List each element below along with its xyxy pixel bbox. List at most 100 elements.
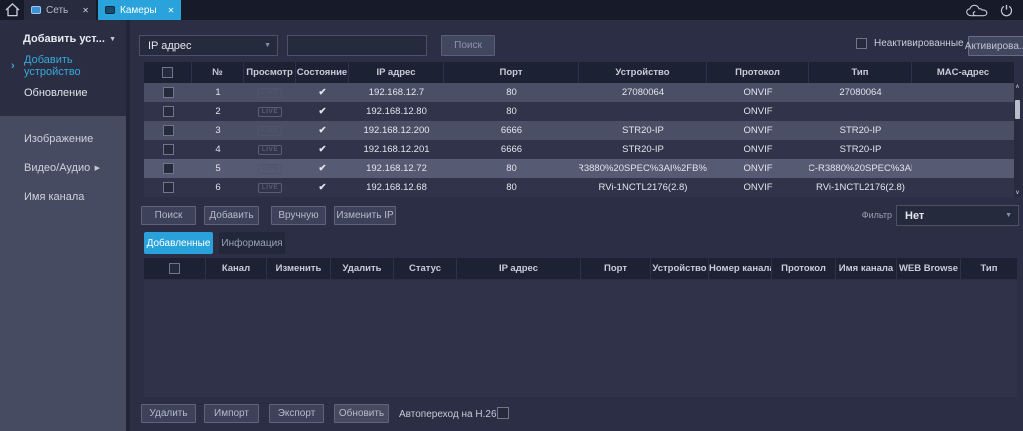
live-preview-badge[interactable]: LIVE <box>258 145 282 155</box>
search-input[interactable] <box>287 35 427 56</box>
row-number: 3 <box>192 121 244 140</box>
close-icon[interactable]: ✕ <box>162 6 175 15</box>
cloud-icon[interactable] <box>964 3 990 18</box>
col-ip: IP адрес <box>349 62 444 83</box>
power-icon[interactable] <box>1000 4 1013 17</box>
mac-cell <box>912 159 1014 178</box>
scrollbar-thumb[interactable] <box>1015 100 1020 119</box>
select-all-checkbox[interactable] <box>169 263 180 274</box>
added-table-header: Канал Изменить Удалить Статус IP адрес П… <box>144 258 1017 279</box>
live-preview-badge[interactable]: LIVE <box>258 126 282 136</box>
discovered-table-header: № Просмотр Состояние IP адрес Порт Устро… <box>144 62 1014 83</box>
col-web-browse: WEB Browse <box>897 258 961 279</box>
tab-cameras[interactable]: Камеры ✕ <box>98 0 181 20</box>
h265-auto-checkbox[interactable] <box>497 407 509 419</box>
preview-cell: LIVE <box>244 102 296 121</box>
inactive-filter: Неактивированные <box>856 38 964 49</box>
ip-cell: 192.168.12.72 <box>349 159 444 178</box>
scroll-up-icon[interactable]: ∧ <box>1015 83 1019 91</box>
search-button[interactable]: Поиск <box>441 35 495 56</box>
add-button[interactable]: Добавить <box>204 206 259 225</box>
col-port: Порт <box>581 258 651 279</box>
sidebar-item-channel-name[interactable]: Имя канала <box>0 182 126 211</box>
protocol-cell: ONVIF <box>707 178 809 197</box>
activate-button[interactable]: Активирова... <box>968 36 1023 56</box>
search-field-select-value: IP адрес <box>148 40 192 52</box>
select-all-checkbox[interactable] <box>162 67 173 78</box>
delete-button[interactable]: Удалить <box>141 404 196 423</box>
sidebar-item-image[interactable]: Изображение <box>0 124 126 153</box>
ip-cell: 192.168.12.80 <box>349 102 444 121</box>
col-channel: Канал <box>206 258 267 279</box>
search-devices-button[interactable]: Поиск <box>141 206 196 225</box>
device-cell: TC-R3880%20SPEC%3AI%2FB%2FN <box>579 159 707 178</box>
col-ip: IP адрес <box>457 258 581 279</box>
row-checkbox[interactable] <box>163 182 174 193</box>
live-preview-badge[interactable]: LIVE <box>258 164 282 174</box>
row-checkbox[interactable] <box>163 144 174 155</box>
type-cell <box>809 102 912 121</box>
network-tab-icon <box>31 6 41 14</box>
mac-cell <box>912 178 1014 197</box>
table-scrollbar[interactable]: ∧ ∨ <box>1014 83 1021 197</box>
status-check-icon: ✔ <box>296 140 349 159</box>
col-number: № <box>192 62 244 83</box>
port-cell: 80 <box>444 159 579 178</box>
live-preview-badge[interactable]: LIVE <box>258 183 282 193</box>
sidebar-item-add-device[interactable]: › Добавить устройство <box>0 52 126 79</box>
protocol-cell: ONVIF <box>707 102 809 121</box>
tab-information[interactable]: Информация <box>219 232 285 254</box>
search-field-select[interactable]: IP адрес ▼ <box>139 35 278 56</box>
type-cell: 27080064 <box>809 83 912 102</box>
manual-button[interactable]: Вручную <box>271 206 326 225</box>
device-row[interactable]: 4LIVE✔192.168.12.2016666STR20-IPONVIFSTR… <box>144 140 1014 159</box>
tab-network[interactable]: Сеть ✕ <box>24 0 96 20</box>
col-mac: MAC-адрес <box>912 62 1014 83</box>
ip-cell: 192.168.12.201 <box>349 140 444 159</box>
sidebar-list: Изображение Видео/Аудио ▶ Имя канала <box>0 116 126 211</box>
checkbox-cell <box>144 83 192 102</box>
preview-cell: LIVE <box>244 159 296 178</box>
col-port: Порт <box>444 62 579 83</box>
live-preview-badge[interactable]: LIVE <box>258 107 282 117</box>
export-button[interactable]: Экспорт <box>269 404 324 423</box>
device-row[interactable]: 3LIVE✔192.168.12.2006666STR20-IPONVIFSTR… <box>144 121 1014 140</box>
refresh-button[interactable]: Обновить <box>334 404 389 423</box>
device-row[interactable]: 1LIVE✔192.168.12.78027080064ONVIF2708006… <box>144 83 1014 102</box>
edit-ip-button[interactable]: Изменить IP <box>334 206 396 225</box>
checkbox-cell <box>144 140 192 159</box>
row-checkbox[interactable] <box>163 125 174 136</box>
chevron-down-icon: ▼ <box>109 36 116 43</box>
preview-cell: LIVE <box>244 178 296 197</box>
row-number: 5 <box>192 159 244 178</box>
checkbox-cell <box>144 178 192 197</box>
col-channel-name: Имя канала <box>836 258 897 279</box>
inactive-checkbox[interactable] <box>856 38 867 49</box>
home-button[interactable] <box>0 0 24 20</box>
header-checkbox-cell <box>144 258 206 279</box>
row-checkbox[interactable] <box>163 163 174 174</box>
checkbox-cell <box>144 102 192 121</box>
sidebar-item-video-audio[interactable]: Видео/Аудио ▶ <box>0 153 126 182</box>
scroll-down-icon[interactable]: ∨ <box>1015 189 1019 197</box>
filter-select[interactable]: Нет ▼ <box>896 205 1019 226</box>
live-preview-badge[interactable]: LIVE <box>258 88 282 98</box>
import-button[interactable]: Импорт <box>204 404 259 423</box>
status-check-icon: ✔ <box>296 83 349 102</box>
close-icon[interactable]: ✕ <box>76 6 89 15</box>
status-check-icon: ✔ <box>296 102 349 121</box>
sidebar-item-update[interactable]: Обновление <box>0 79 126 106</box>
tab-added[interactable]: Добавленные <box>144 232 213 254</box>
col-preview: Просмотр <box>244 62 296 83</box>
row-checkbox[interactable] <box>163 87 174 98</box>
sidebar-item-label: Видео/Аудио <box>24 162 90 174</box>
filter-label: Фильтр <box>820 210 892 220</box>
device-row[interactable]: 5LIVE✔192.168.12.7280TC-R3880%20SPEC%3AI… <box>144 159 1014 178</box>
row-checkbox[interactable] <box>163 106 174 117</box>
col-edit: Изменить <box>267 258 331 279</box>
sidebar-group-header[interactable]: Добавить уст... ▼ <box>0 26 126 52</box>
status-check-icon: ✔ <box>296 121 349 140</box>
device-row[interactable]: 6LIVE✔192.168.12.6880RVi-1NCTL2176(2.8)O… <box>144 178 1014 197</box>
device-row[interactable]: 2LIVE✔192.168.12.8080ONVIF <box>144 102 1014 121</box>
col-status: Статус <box>394 258 457 279</box>
